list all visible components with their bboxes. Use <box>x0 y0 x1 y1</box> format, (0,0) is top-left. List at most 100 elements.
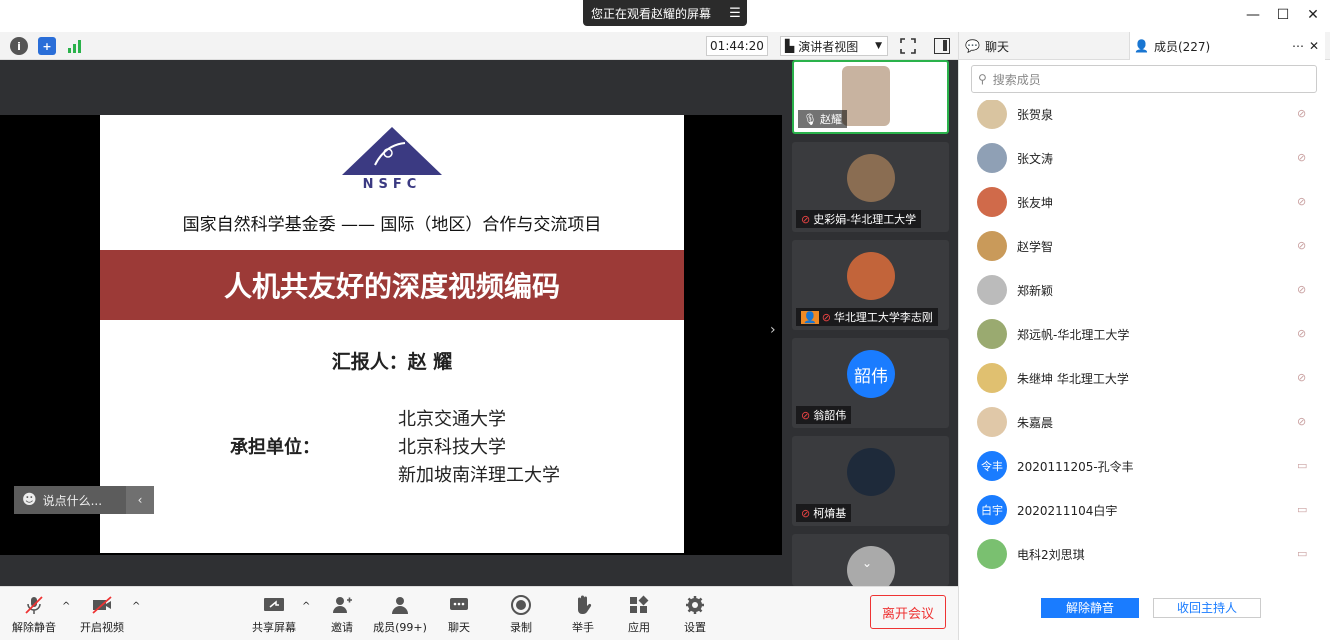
panel-tabs: 💬 聊天 👤 成员(227) ⋯ ✕ <box>959 32 1330 60</box>
mic-muted-icon[interactable]: ⊘ <box>1297 195 1311 209</box>
thumbnail[interactable]: 韶伟 ⊘ 翁韶伟 <box>792 338 949 428</box>
avatar: 白宇 <box>977 495 1007 525</box>
dropdown-arrow-icon: ▼ <box>875 41 882 51</box>
record-button[interactable]: 录制 <box>493 595 549 635</box>
slide-university: 北京科技大学 <box>398 437 506 458</box>
avatar <box>977 143 1007 173</box>
participant-name: 史彩娟-华北理工大学 <box>813 213 917 226</box>
member-name: 朱嘉晨 <box>1017 415 1054 430</box>
record-label: 录制 <box>510 621 532 634</box>
share-screen-label: 共享屏幕 <box>252 621 296 634</box>
sidebar-toggle-icon[interactable] <box>934 38 950 54</box>
scroll-down-icon[interactable]: ⌄ <box>862 556 872 570</box>
close-button[interactable]: ✕ <box>1298 4 1328 26</box>
mic-muted-icon: ⊘ <box>801 212 811 226</box>
slide-university: 北京交通大学 <box>398 409 506 430</box>
list-item[interactable]: 张文涛 ⊘ <box>959 136 1330 180</box>
avatar <box>847 448 895 496</box>
thumbnail[interactable]: ⊘ 柯焴基 <box>792 436 949 526</box>
apps-button[interactable]: 应用 <box>611 595 667 635</box>
settings-button[interactable]: 设置 <box>667 595 723 635</box>
participant-name: 翁韶伟 <box>813 409 847 422</box>
share-banner-text: 您正在观看赵耀的屏幕 <box>591 6 712 21</box>
quick-chat-placeholder: 说点什么... <box>42 493 103 508</box>
expand-arrow-icon[interactable]: › <box>770 322 776 338</box>
thumbnail[interactable]: ⊘ 史彩娟-华北理工大学 <box>792 142 949 232</box>
list-item[interactable]: 赵学智 ⊘ <box>959 224 1330 268</box>
list-item[interactable]: 朱嘉晨 ⊘ <box>959 400 1330 444</box>
mic-muted-icon[interactable]: ⊘ <box>1297 415 1311 429</box>
emoji-icon[interactable]: ☻ <box>22 492 37 508</box>
list-item[interactable]: 朱继坤 华北理工大学 ⊘ <box>959 356 1330 400</box>
reclaim-host-button[interactable]: 收回主持人 <box>1153 598 1261 618</box>
banner-menu-icon[interactable]: ☰ <box>723 6 747 21</box>
avatar <box>847 154 895 202</box>
nsfc-logo-text: NSFC <box>362 177 422 192</box>
mic-muted-icon: ⊘ <box>801 506 811 520</box>
video-off-icon[interactable]: ▭ <box>1297 459 1311 473</box>
speaker-video <box>842 66 890 126</box>
video-off-icon[interactable]: ▭ <box>1297 547 1311 561</box>
user-icon: 👤 <box>801 310 819 324</box>
list-item[interactable]: 郑远帆-华北理工大学 ⊘ <box>959 312 1330 356</box>
member-search-input[interactable]: ⚲ 搜索成员 <box>971 65 1317 93</box>
collapse-chat-icon[interactable]: ‹ <box>126 486 154 514</box>
maximize-button[interactable]: ☐ <box>1268 4 1298 26</box>
thumbnail[interactable]: 👤 ⊘ 华北理工大学李志刚 <box>792 240 949 330</box>
minimize-button[interactable]: — <box>1238 4 1268 26</box>
list-item[interactable]: 白宇 2020211104白宇 ▭ <box>959 488 1330 532</box>
signal-icon[interactable] <box>66 37 84 55</box>
speaker-view-icon: ▙ <box>785 39 795 53</box>
more-icon[interactable]: ⋯ <box>1292 39 1304 53</box>
list-item[interactable]: 张友坤 ⊘ <box>959 180 1330 224</box>
mic-muted-icon[interactable]: ⊘ <box>1297 371 1311 385</box>
chat-icon <box>450 598 468 610</box>
members-button[interactable]: 成员(99+) <box>372 595 428 635</box>
member-name: 张友坤 <box>1017 195 1054 210</box>
mic-muted-icon[interactable]: ⊘ <box>1297 239 1311 253</box>
mic-muted-icon[interactable]: ⊘ <box>1297 151 1311 165</box>
leave-meeting-button[interactable]: 离开会议 <box>870 595 946 629</box>
mic-muted-icon[interactable]: ⊘ <box>1297 107 1311 121</box>
chevron-up-icon[interactable]: ^ <box>132 601 140 612</box>
fullscreen-icon[interactable] <box>900 38 918 54</box>
video-off-icon <box>92 596 112 614</box>
bottom-toolbar: 解除静音 ^ 开启视频 ^ 共享屏幕 ^ 邀请 成员(99+) 聊天 录制 举手… <box>0 586 958 640</box>
tab-members[interactable]: 👤 成员(227) ⋯ ✕ <box>1129 32 1325 60</box>
member-list: 张贺泉 ⊘ 张文涛 ⊘ 张友坤 ⊘ 赵学智 ⊘ 郑新颖 ⊘ 郑远帆-华北理工大学 ⊘ 朱继坤… <box>959 100 1330 580</box>
list-item[interactable]: 张贺泉 ⊘ <box>959 100 1330 136</box>
chevron-up-icon[interactable]: ^ <box>62 601 70 612</box>
member-name: 郑远帆-华北理工大学 <box>1017 327 1130 342</box>
mic-muted-icon[interactable]: ⊘ <box>1297 283 1311 297</box>
mic-muted-icon[interactable]: ⊘ <box>1297 327 1311 341</box>
list-item[interactable]: 电科2刘思琪 ▭ <box>959 532 1330 576</box>
chat-button[interactable]: 聊天 <box>431 595 487 635</box>
share-screen-button[interactable]: 共享屏幕 <box>246 595 302 635</box>
member-name: 张文涛 <box>1017 151 1054 166</box>
unmute-all-button[interactable]: 解除静音 <box>1041 598 1139 618</box>
raise-hand-button[interactable]: 举手 <box>555 595 611 635</box>
member-name: 张贺泉 <box>1017 107 1054 122</box>
list-item[interactable]: 令丰 2020111205-孔令丰 ▭ <box>959 444 1330 488</box>
thumbnail[interactable]: ⌄ <box>792 534 949 594</box>
unmute-button[interactable]: 解除静音 <box>6 595 62 635</box>
thumbnail-speaker[interactable]: 🎙 赵耀 <box>792 60 949 134</box>
shield-icon[interactable]: + <box>38 37 56 55</box>
member-name: 郑新颖 <box>1017 283 1054 298</box>
mic-icon: 🎙 <box>803 112 817 126</box>
video-off-icon[interactable]: ▭ <box>1297 503 1311 517</box>
invite-button[interactable]: 邀请 <box>314 595 370 635</box>
quick-chat-input[interactable]: ☻ 说点什么... ‹ <box>14 486 154 514</box>
info-icon[interactable]: i <box>10 37 28 55</box>
start-video-button[interactable]: 开启视频 <box>74 595 130 635</box>
tab-chat[interactable]: 💬 聊天 <box>965 32 1009 60</box>
apps-label: 应用 <box>628 621 650 634</box>
close-panel-icon[interactable]: ✕ <box>1309 39 1319 53</box>
invite-label: 邀请 <box>331 621 353 634</box>
view-selector[interactable]: ▙ 演讲者视图 ▼ <box>780 36 888 56</box>
chevron-up-icon[interactable]: ^ <box>302 601 310 612</box>
slide-subtitle: 国家自然科学基金委 —— 国际（地区）合作与交流项目 <box>182 215 602 235</box>
list-item[interactable]: 郑新颖 ⊘ <box>959 268 1330 312</box>
thumbnail-label: ⊘ 翁韶伟 <box>796 406 852 424</box>
member-name: 赵学智 <box>1017 239 1054 254</box>
